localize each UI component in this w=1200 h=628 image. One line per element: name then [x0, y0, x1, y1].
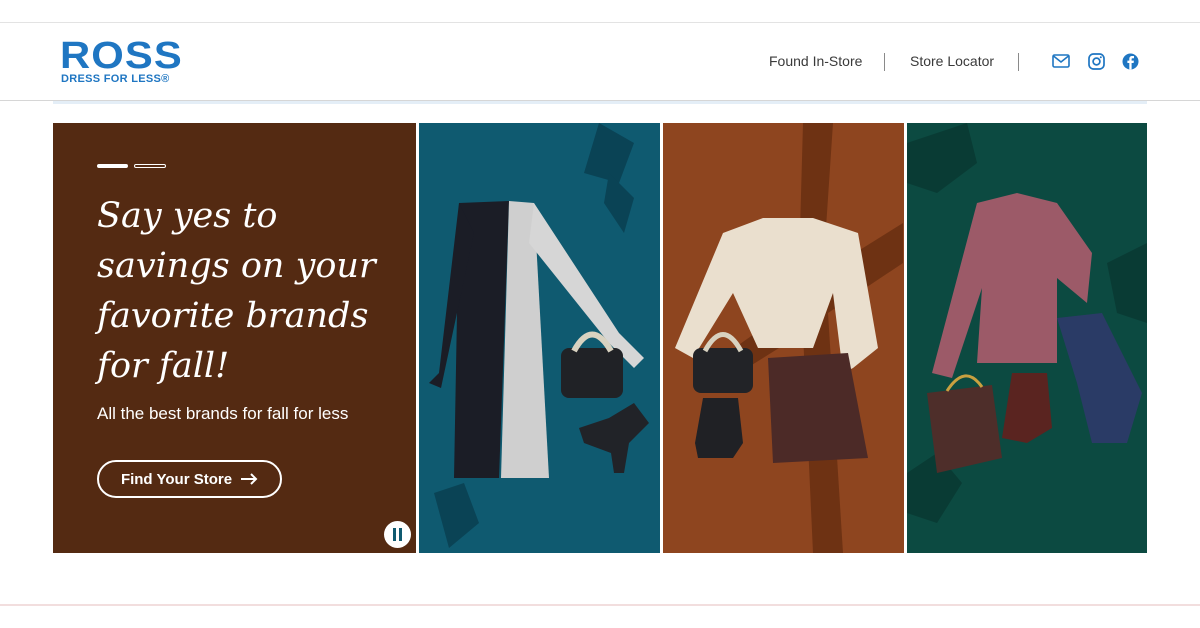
- product-image-blouse-outfit: [907, 123, 1147, 553]
- carousel-indicator-active[interactable]: [97, 164, 128, 168]
- instagram-icon[interactable]: [1086, 51, 1106, 71]
- header-subbar: [53, 101, 1147, 104]
- nav-separator: [884, 53, 885, 71]
- nav-store-locator[interactable]: Store Locator: [910, 53, 994, 69]
- pause-button[interactable]: [384, 521, 411, 548]
- hero-subline: All the best brands for fall for less: [97, 404, 349, 423]
- product-image-sweater-outfit: [663, 123, 904, 553]
- nav-separator: [1018, 53, 1019, 71]
- nav-found-in-store[interactable]: Found In-Store: [769, 53, 862, 69]
- facebook-icon[interactable]: [1120, 51, 1140, 71]
- hero-text-panel: Say yes to savings on your favorite bran…: [53, 123, 416, 553]
- pause-icon: [393, 528, 402, 541]
- product-image-cardigan-outfit: [419, 123, 660, 553]
- ross-logo[interactable]: ROSS DRESS FOR LESS®: [60, 35, 185, 89]
- logo-tagline: DRESS FOR LESS®: [61, 73, 170, 85]
- hero-carousel: Say yes to savings on your favorite bran…: [53, 123, 1147, 553]
- cta-label: Find Your Store: [120, 470, 233, 488]
- logo-wordmark: ROSS: [60, 35, 183, 77]
- bottom-divider: [0, 604, 1200, 606]
- mail-icon[interactable]: [1051, 51, 1071, 71]
- find-your-store-button[interactable]: Find Your Store: [97, 460, 282, 498]
- carousel-indicator[interactable]: [134, 164, 166, 168]
- arrow-right-icon: [241, 473, 258, 485]
- site-header: ROSS DRESS FOR LESS® Found In-Store Stor…: [0, 23, 1200, 101]
- hero-headline: Say yes to savings on your favorite bran…: [97, 196, 376, 386]
